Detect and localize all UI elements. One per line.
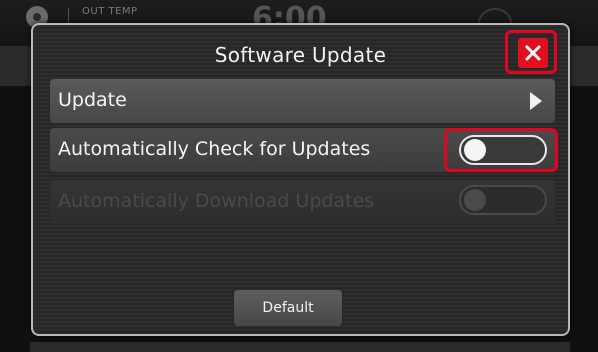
dialog-title: Software Update	[214, 43, 387, 67]
update-row[interactable]: Update	[50, 79, 555, 123]
status-divider	[68, 8, 69, 24]
update-label: Update	[58, 89, 127, 111]
auto-download-updates-toggle	[459, 185, 547, 215]
auto-check-updates-label: Automatically Check for Updates	[58, 138, 371, 160]
infotainment-screen: OUT TEMP 6:00 Software Update Update Aut…	[0, 0, 598, 352]
toggle-knob-disabled	[464, 189, 486, 211]
close-button-highlight	[505, 30, 557, 74]
background-bottom-panel	[30, 342, 570, 352]
auto-download-updates-label: Automatically Download Updates	[58, 190, 375, 212]
toggle-highlight	[444, 128, 558, 172]
out-temp-label: OUT TEMP	[82, 6, 138, 17]
chevron-right-icon	[530, 92, 542, 110]
default-button[interactable]: Default	[234, 290, 342, 326]
